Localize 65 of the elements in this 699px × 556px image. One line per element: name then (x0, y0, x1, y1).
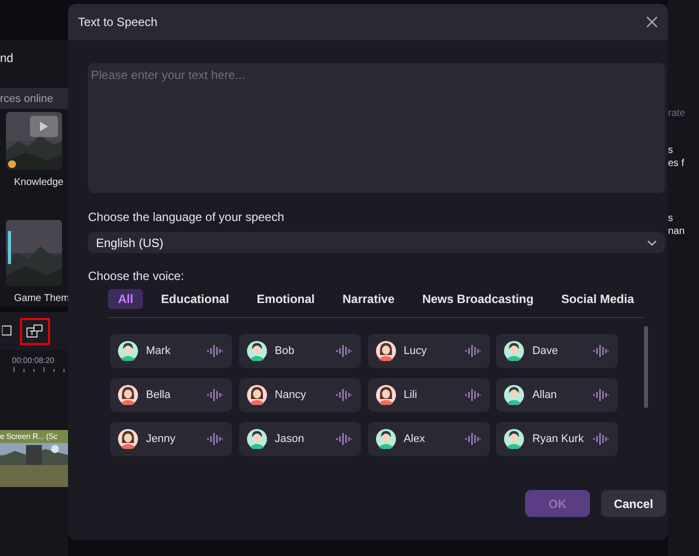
avatar-icon (118, 341, 138, 361)
language-label: Choose the language of your speech (88, 209, 286, 226)
waveform-icon (207, 433, 223, 445)
panel-text: s (668, 212, 674, 225)
waveform-icon (336, 345, 352, 357)
cancel-button[interactable]: Cancel (601, 490, 666, 517)
category-tab[interactable]: Educational (151, 289, 240, 309)
voice-card[interactable]: Allan (496, 378, 618, 412)
waveform-icon (593, 389, 610, 401)
voice-card[interactable]: Jason (238, 422, 361, 456)
voice-card[interactable]: Mark (110, 334, 232, 368)
voice-card[interactable]: Alex (368, 422, 490, 456)
video-clip[interactable]: e Screen R... (Sc (0, 430, 68, 487)
timecode: 00:00:08:20 (12, 354, 56, 366)
voice-card[interactable]: Jenny (110, 422, 232, 456)
voice-label: Choose the voice: (88, 268, 186, 285)
avatar-icon (376, 385, 396, 405)
waveform-icon (593, 433, 610, 445)
waveform-icon (593, 345, 610, 357)
voice-card[interactable]: Nancy (238, 378, 361, 412)
category-tab[interactable]: All (108, 289, 144, 309)
panel-text: es f (668, 157, 686, 170)
media-label: Knowledge (13, 176, 64, 190)
category-tab[interactable]: Social Media (551, 289, 644, 309)
panel-text: nan (668, 225, 686, 238)
panel-text: rate (668, 107, 686, 120)
language-select[interactable]: English (US) (88, 232, 665, 253)
waveform-icon (336, 389, 352, 401)
voice-card[interactable]: Dave (496, 334, 618, 368)
avatar-icon (118, 385, 138, 405)
category-tab[interactable]: Emotional (246, 289, 325, 309)
media-label: Game Them (13, 292, 70, 306)
text-bubble-icon (26, 324, 44, 338)
waveform-icon (207, 345, 223, 357)
panel-text: s (668, 144, 674, 157)
panel-title: nd (0, 50, 14, 67)
voice-card[interactable]: Bella (110, 378, 232, 412)
voice-card[interactable]: Lucy (368, 334, 490, 368)
avatar-icon (246, 341, 267, 361)
text-to-speech-button[interactable] (20, 318, 50, 344)
waveform-icon (464, 433, 481, 445)
text-input[interactable]: Please enter your text here... (88, 63, 665, 193)
scrollbar[interactable] (644, 326, 648, 408)
avatar-icon (504, 385, 524, 405)
voice-card[interactable]: Lili (368, 378, 490, 412)
search-field[interactable]: rces online (0, 88, 68, 109)
close-icon[interactable] (646, 16, 658, 28)
waveform-icon (464, 345, 481, 357)
category-tab[interactable]: News Broadcasting (412, 289, 544, 309)
avatar-icon (118, 429, 138, 449)
voice-card[interactable]: Bob (238, 334, 361, 368)
avatar-icon (246, 385, 267, 405)
avatar-icon (504, 429, 524, 449)
chevron-down-icon (647, 240, 657, 246)
voice-card[interactable]: Ryan Kurk (496, 422, 618, 456)
avatar-icon (246, 429, 267, 449)
dialog-title: Text to Speech (78, 14, 158, 31)
avatar-icon (504, 341, 524, 361)
waveform-icon (464, 389, 481, 401)
category-tab[interactable]: Narrative (332, 289, 405, 309)
avatar-icon (376, 429, 396, 449)
waveform-icon (207, 389, 223, 401)
text-tool-icon[interactable] (2, 325, 12, 337)
avatar-icon (376, 341, 396, 361)
waveform-icon (336, 433, 352, 445)
